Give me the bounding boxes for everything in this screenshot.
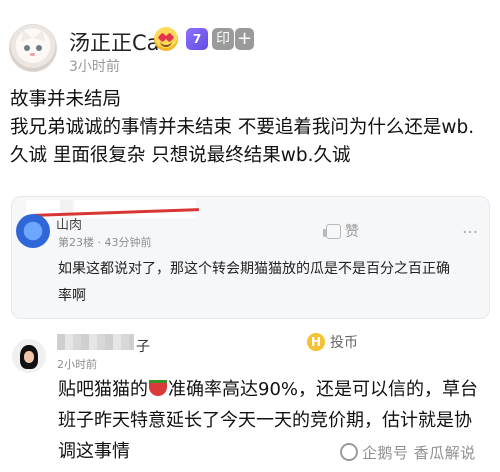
reply-text-start: 贴吧猫猫的 [58,379,148,400]
thumbs-up-icon [323,223,341,239]
reply-text: 如果这都说对了，那这个转会期猫猫放的瓜是不是百分之百正确率啊 [58,261,450,304]
seal-badge-icon: 印 [212,28,234,50]
watermelon-icon [149,380,167,396]
like-button[interactable]: 赞 [323,221,359,241]
level-badge-icon: 7 [186,28,208,50]
post-time: 3小时前 [69,59,120,75]
cat-eye-right [36,45,42,51]
penguin-logo-icon [340,443,358,461]
reply-username[interactable]: 子 [136,336,150,356]
cat-ear-right [33,28,49,42]
reply-avatar[interactable] [16,214,50,248]
cat-nose [30,53,35,56]
reply-avatar[interactable] [12,339,46,373]
coin-label: 投币 [330,335,358,351]
emoji-smile [160,40,172,47]
coin-button[interactable]: H 投币 [307,332,358,352]
watermark-text: 企鹅号 香瓜解说 [362,444,476,462]
reply-time: 2小时前 [57,358,97,371]
username[interactable]: 汤正正Cat [69,27,168,57]
post-line-2: 我兄弟诚诚的事情并未结束 不要追着我问为什么还是wb.久诚 里面很复杂 只想说最… [10,117,475,166]
redacted-username [57,334,134,350]
post-body: 故事并未结局 我兄弟诚诚的事情并未结束 不要追着我问为什么还是wb.久诚 里面很… [10,86,490,170]
plus-badge-icon[interactable]: + [235,28,254,50]
avatar-face [24,351,34,363]
more-options-icon[interactable]: ··· [462,223,478,243]
cat-ear-left [17,28,33,42]
post-line-1: 故事并未结局 [10,89,122,110]
reply-meta: 第23楼 · 43分钟前 [58,236,152,249]
like-label: 赞 [345,224,359,240]
reply-username[interactable]: 山肉 [56,214,82,233]
cat-eye-left [24,45,30,51]
coin-icon: H [307,333,325,351]
user-avatar[interactable] [9,24,57,72]
heart-eyes-emoji-icon [154,27,178,51]
